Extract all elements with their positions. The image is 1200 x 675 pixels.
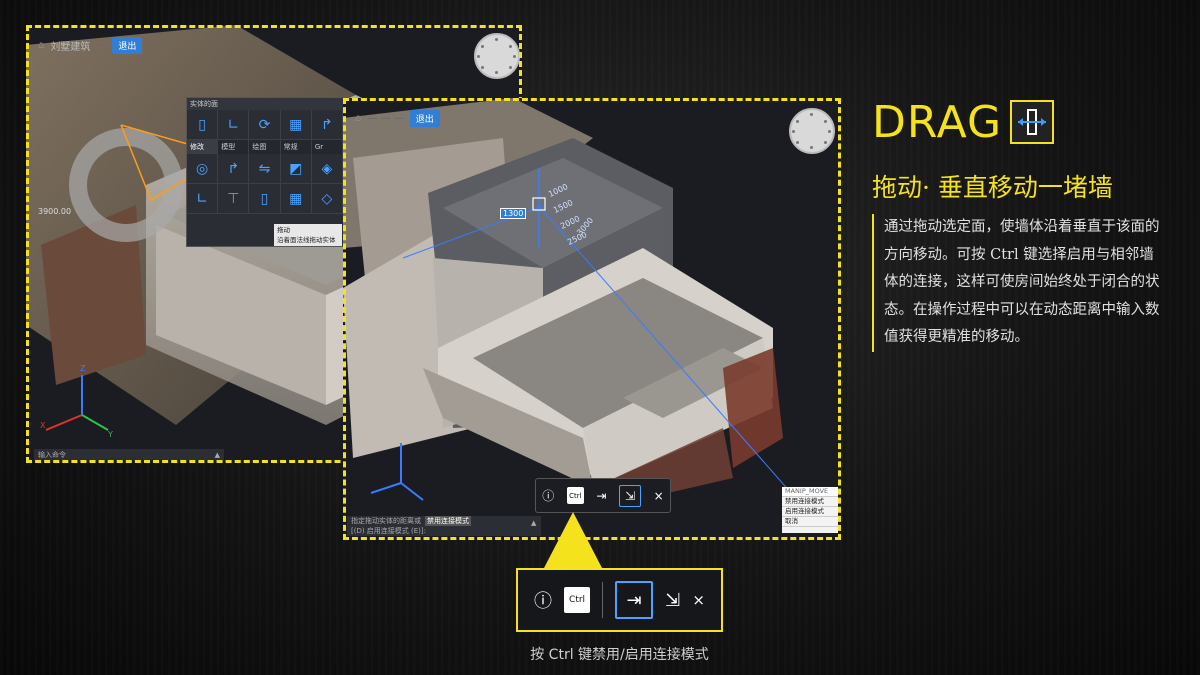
disconnect-wall-icon[interactable]: ⇲ — [619, 484, 642, 507]
slice-icon[interactable]: ◩ — [280, 154, 312, 184]
tool-tooltip: 拖动 沿着面法线拖动实体 — [274, 224, 342, 246]
tab-modify[interactable]: 修改 — [187, 140, 219, 154]
mirror-icon[interactable]: ⇋ — [249, 154, 281, 184]
command-placeholder: 输入命令 — [38, 450, 66, 459]
enlarged-toolbar: ⓘ Ctrl ⇥ ⇲ × — [516, 568, 723, 632]
manipulator-toolbar: ⓘ Ctrl ⇥ ⇲ × — [535, 478, 671, 513]
sweep-face-icon[interactable]: ↱ — [311, 110, 344, 140]
ctrl-key-button[interactable]: Ctrl — [564, 587, 591, 613]
chevron-up-icon[interactable]: ▲ — [531, 519, 536, 527]
command-description: 通过拖动选定面，使墙体沿着垂直于该面的方向移动。可按 Ctrl 键选择启用与相邻… — [872, 214, 1162, 352]
tooltip-desc: 沿着面法线拖动实体 — [277, 236, 336, 244]
command-input[interactable]: 输入命令 ▲ — [34, 449, 224, 460]
menu-item-enable-connect[interactable]: 启用连接模式 — [782, 507, 838, 517]
exit-button[interactable]: 退出 — [112, 37, 143, 54]
disconnect-wall-icon[interactable]: ⇲ — [665, 590, 680, 611]
cube-icon[interactable]: ◇ — [311, 184, 344, 214]
right-top-bar: ⌂ — — — 退出 — [355, 110, 440, 127]
close-icon[interactable]: × — [654, 489, 664, 503]
toolbar-divider — [602, 582, 604, 618]
menu-item-disable-connect[interactable]: 禁用连接模式 — [782, 497, 838, 507]
offset-icon[interactable]: ◎ — [187, 154, 219, 184]
tab-gr[interactable]: Gr — [312, 140, 344, 154]
home-icon[interactable]: ⌂ — [355, 113, 361, 124]
t-shape-icon[interactable]: ⊤ — [218, 184, 250, 214]
tab-draw[interactable]: 绘图 — [249, 140, 281, 154]
wall-push-icon[interactable]: ▯ — [249, 184, 281, 214]
separator: — — [96, 40, 107, 51]
callout-pointer — [544, 512, 602, 568]
svg-text:Y: Y — [107, 430, 113, 439]
exit-button[interactable]: 退出 — [409, 110, 440, 127]
tooltip-title: 拖动 — [277, 226, 290, 234]
toolbar-caption: 按 Ctrl 键禁用/启用连接模式 — [530, 647, 709, 663]
palette-title: 实体的面 — [187, 98, 343, 110]
command-subtitle: 拖动· 垂直移动一堵墙 — [872, 173, 1113, 202]
tab-model[interactable]: 模型 — [218, 140, 250, 154]
home-icon[interactable]: ⌂ — [38, 40, 44, 51]
tab-general[interactable]: 常规 — [281, 140, 312, 154]
drag-tool-icon[interactable]: ▯ — [187, 110, 219, 140]
coord-readout: 3900.00 — [38, 207, 72, 216]
connect-wall-icon[interactable]: ⇥ — [615, 581, 654, 619]
chevron-up-icon[interactable]: ▲ — [215, 451, 220, 459]
right-viewport[interactable]: 1300 1000 1500 2000 2500 3000 ⌂ — — — 退出… — [343, 98, 841, 540]
view-cube[interactable] — [789, 108, 835, 154]
extrude-face-icon[interactable]: ▦ — [280, 110, 312, 140]
svg-text:Z: Z — [80, 364, 86, 373]
right-point-cloud — [343, 98, 814, 519]
l-shape-icon[interactable]: ∟ — [187, 184, 219, 214]
command-title: DRAG — [872, 97, 1003, 148]
info-icon[interactable]: ⓘ — [534, 587, 552, 613]
rotate-face-icon[interactable]: ⟳ — [249, 110, 281, 140]
view-cube[interactable] — [474, 33, 520, 79]
curve-icon[interactable]: ↱ — [218, 154, 250, 184]
disable-connect-option[interactable]: 禁用连接模式 — [425, 516, 471, 526]
separator: — — — — [367, 113, 404, 124]
svg-text:X: X — [40, 421, 46, 430]
connect-wall-icon[interactable]: ⇥ — [596, 489, 606, 503]
command-prompt[interactable]: 指定拖动实体的距离或 禁用连接模式 [(D) 启用连接模式 (E)]: — [347, 516, 541, 536]
manip-context-menu[interactable]: MANIP_MOVE 禁用连接模式 启用连接模式 取消 — [782, 487, 838, 533]
command-prompt-text: 指定拖动实体的距离或 — [351, 517, 421, 525]
manip-menu-header: MANIP_MOVE — [782, 487, 838, 497]
left-top-bar: ⌂ 刘墅建筑 — 退出 — [38, 37, 143, 54]
info-icon[interactable]: ⓘ — [542, 487, 554, 504]
close-icon[interactable]: × — [692, 591, 705, 609]
box-icon[interactable]: ◈ — [311, 154, 344, 184]
drag-command-icon — [1010, 100, 1054, 144]
menu-item-cancel[interactable]: 取消 — [782, 517, 838, 527]
corner-tool-icon[interactable]: ∟ — [218, 110, 250, 140]
breadcrumb[interactable]: 刘墅建筑 — [50, 38, 90, 53]
solid-edit-icon[interactable]: ▦ — [280, 184, 312, 214]
command-prompt-options[interactable]: [(D) 启用连接模式 (E)]: — [351, 526, 426, 536]
ctrl-key-button[interactable]: Ctrl — [566, 487, 584, 504]
dimension-input[interactable]: 1300 — [500, 208, 527, 219]
